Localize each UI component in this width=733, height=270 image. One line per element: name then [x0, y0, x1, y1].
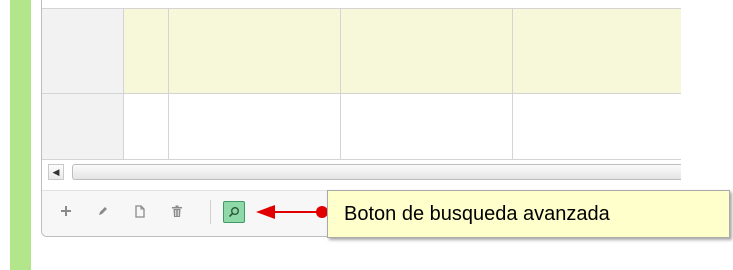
- callout-tooltip: Boton de busqueda avanzada: [327, 190, 730, 238]
- edit-button[interactable]: [92, 200, 114, 222]
- add-button[interactable]: [55, 200, 77, 222]
- document-icon: [134, 204, 146, 218]
- table-cell[interactable]: [513, 94, 681, 160]
- table-cell[interactable]: [124, 8, 169, 94]
- toolbar-separator: [210, 200, 211, 224]
- view-button[interactable]: [129, 200, 151, 222]
- search-icon: [228, 206, 240, 218]
- table-cell[interactable]: [341, 94, 513, 160]
- refresh-icon: [265, 205, 277, 217]
- table-cell[interactable]: [513, 8, 681, 94]
- advanced-search-button[interactable]: [223, 201, 245, 223]
- table-row[interactable]: [42, 8, 681, 94]
- table-row[interactable]: [42, 94, 681, 160]
- scrollbar-thumb[interactable]: [72, 164, 681, 180]
- trash-icon: [171, 205, 183, 218]
- table-cell[interactable]: [341, 8, 513, 94]
- row-number-cell: [42, 8, 124, 94]
- table-cell[interactable]: [169, 94, 341, 160]
- pencil-icon: [97, 205, 109, 217]
- scroll-left-button[interactable]: ◀: [48, 164, 64, 180]
- plus-icon: [60, 205, 72, 217]
- callout-text: Boton de busqueda avanzada: [344, 202, 610, 225]
- horizontal-scrollbar[interactable]: ◀: [42, 160, 681, 190]
- page: ◀ Boton de busqueda avanzada: [0, 0, 733, 270]
- delete-button[interactable]: [166, 200, 188, 222]
- accent-bar: [10, 0, 31, 270]
- table-cell[interactable]: [124, 94, 169, 160]
- table-cell[interactable]: [169, 8, 341, 94]
- refresh-button[interactable]: [260, 200, 282, 222]
- row-number-cell: [42, 94, 124, 160]
